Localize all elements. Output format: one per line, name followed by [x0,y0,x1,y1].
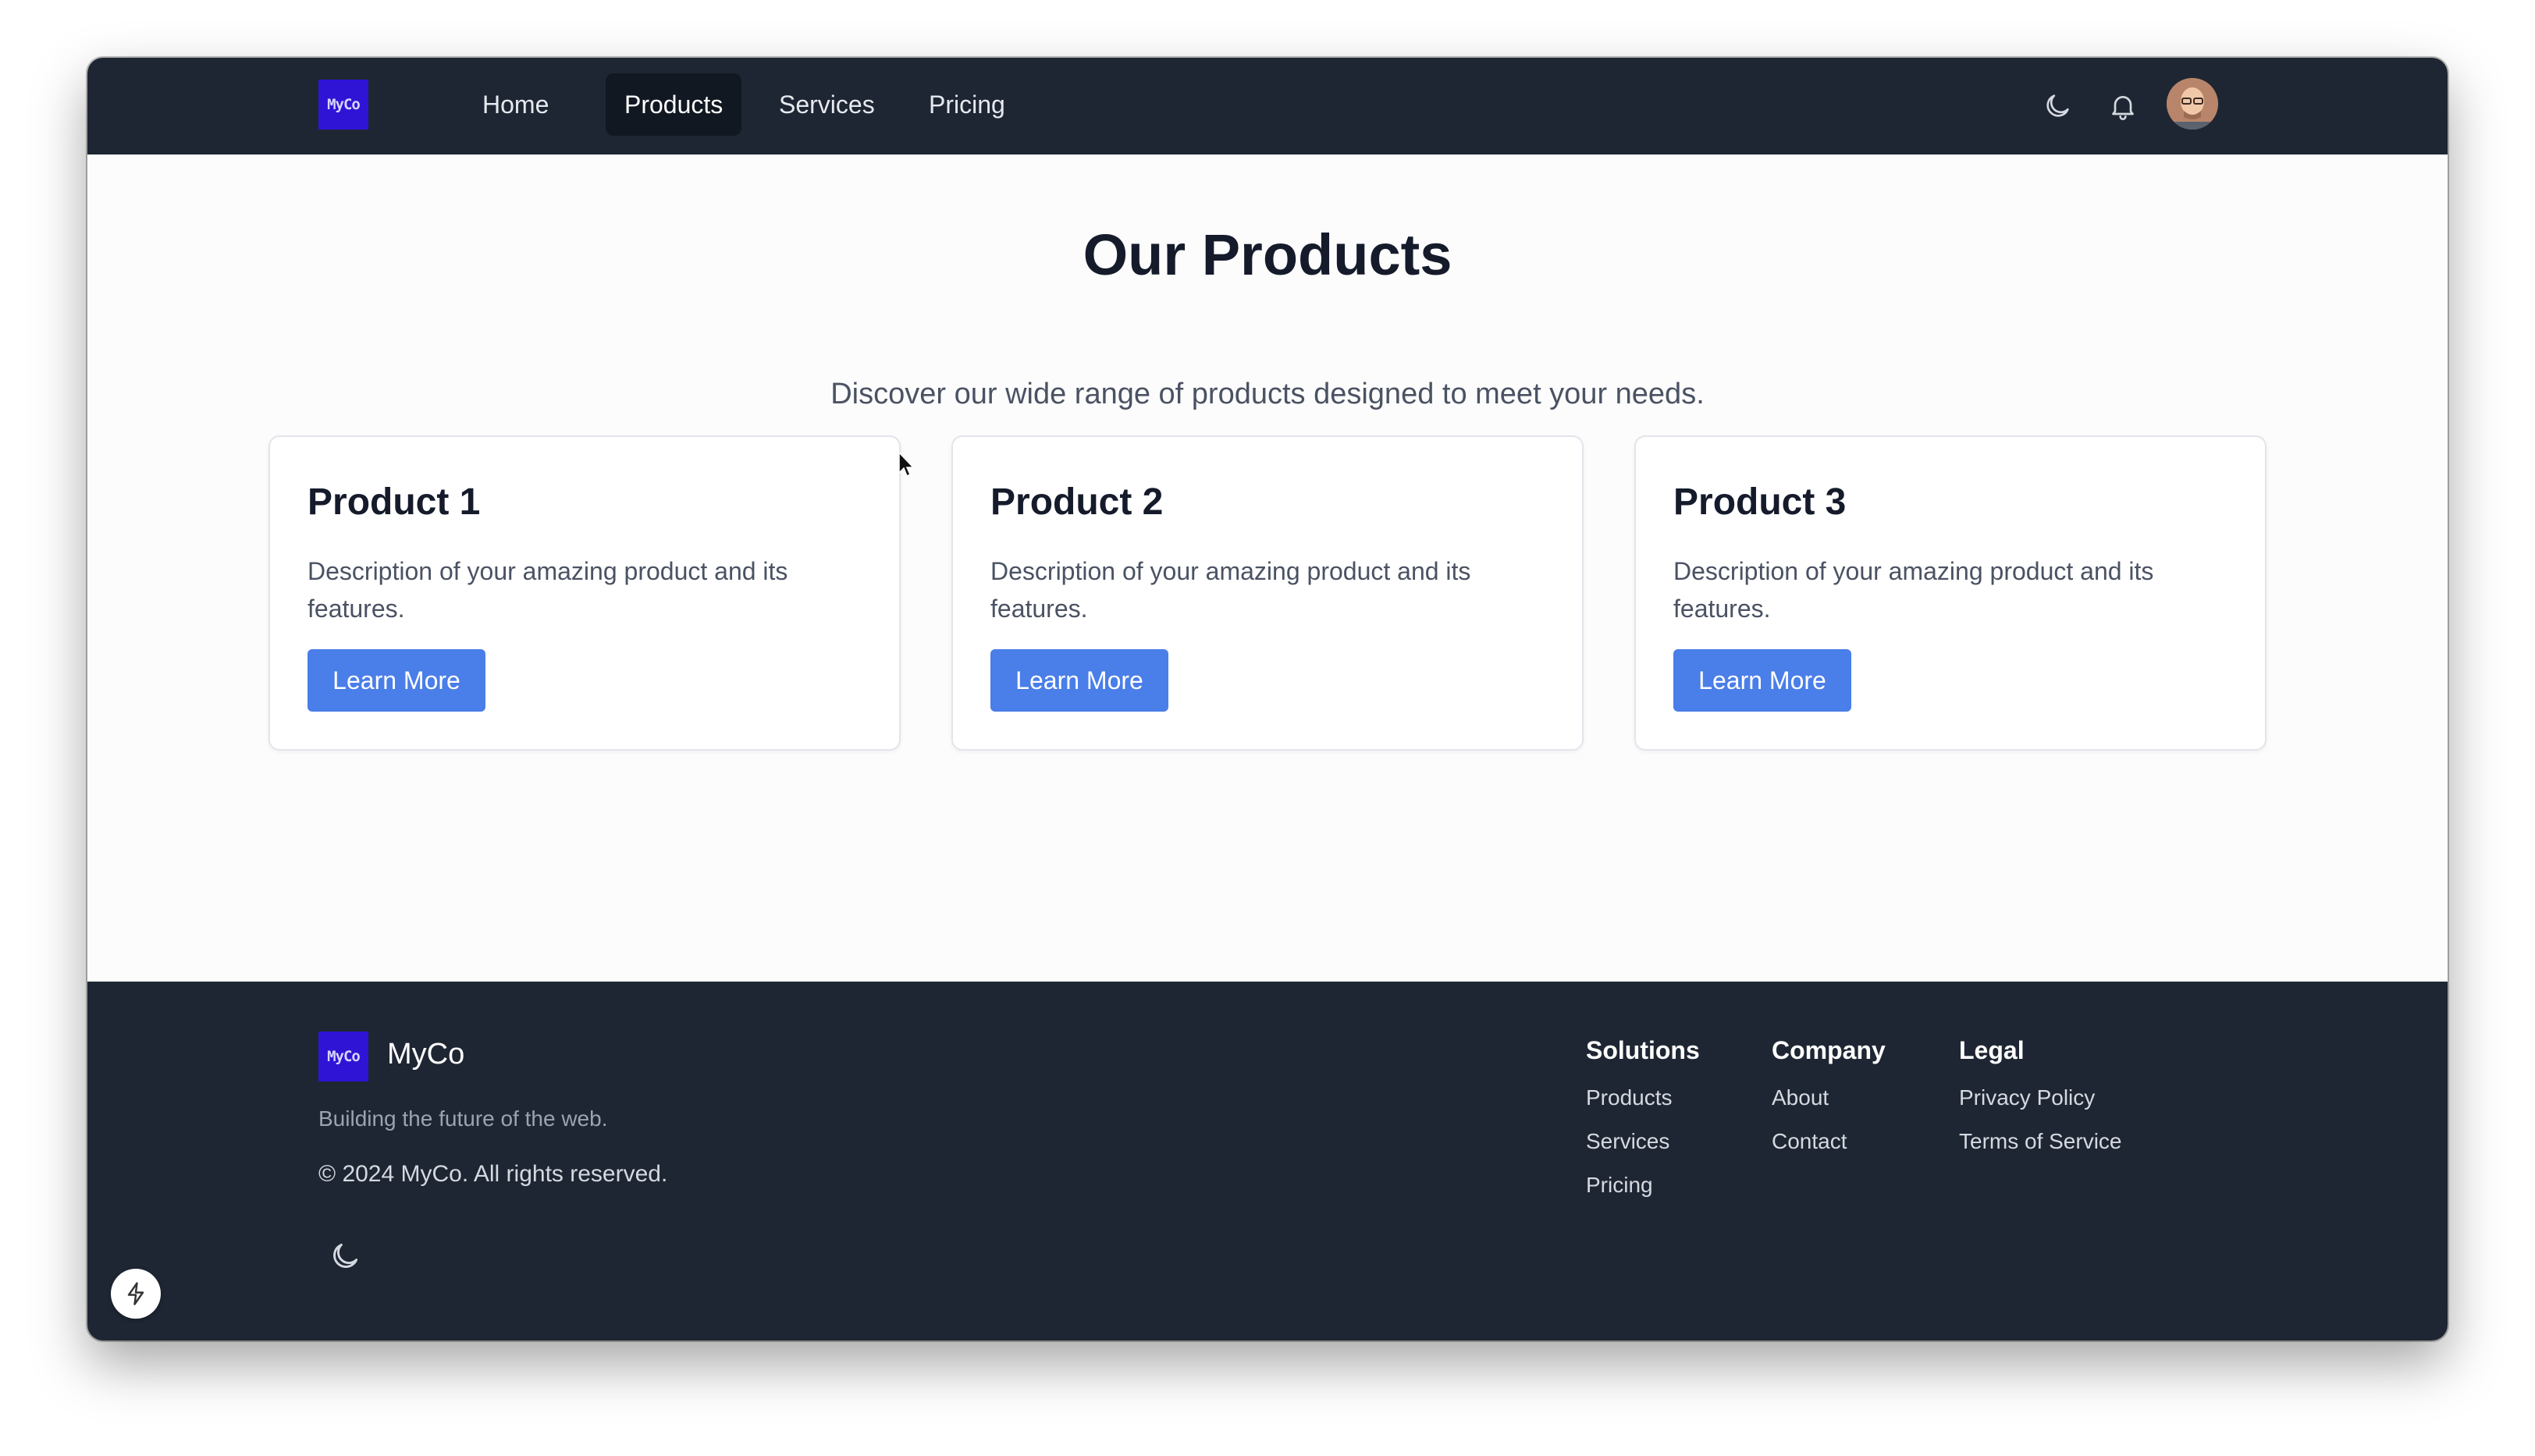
footer-link-privacy[interactable]: Privacy Policy [1959,1085,2122,1129]
footer-column-title: Company [1772,1036,1886,1064]
top-navbar: MyCo Home Products Services Pricing [87,58,2448,154]
learn-more-button[interactable]: Learn More [1673,649,1851,712]
footer-column-title: Solutions [1586,1036,1700,1064]
avatar[interactable] [2167,78,2218,130]
footer-column-solutions: Solutions Products Services Pricing [1586,1036,1700,1216]
footer-brand-name: MyCo [387,1038,465,1071]
footer-logo[interactable]: MyCo [318,1032,368,1081]
page-subtitle: Discover our wide range of products desi… [830,378,1705,410]
card-description: Description of your amazing product and … [1673,557,2154,623]
nav-services[interactable]: Services [760,73,894,136]
page-title: Our Products [1083,222,1452,287]
nav-home[interactable]: Home [464,73,567,136]
card-title: Product 1 [308,481,481,523]
moon-icon[interactable] [2040,89,2075,123]
product-card: Product 2 Description of your amazing pr… [951,435,1584,751]
footer-copyright: © 2024 MyCo. All rights reserved. [318,1161,668,1187]
footer: MyCo MyCo Building the future of the web… [87,982,2448,1341]
learn-more-button[interactable]: Learn More [308,649,485,712]
footer-column-company: Company About Contact [1772,1036,1886,1173]
card-title: Product 2 [990,481,1164,523]
moon-icon[interactable] [328,1239,362,1273]
footer-link-products[interactable]: Products [1586,1085,1700,1129]
footer-tagline: Building the future of the web. [318,1106,608,1131]
product-card: Product 3 Description of your amazing pr… [1634,435,2267,751]
brand-logo[interactable]: MyCo [318,80,368,130]
card-description: Description of your amazing product and … [990,557,1471,623]
bell-icon[interactable] [2106,89,2140,123]
product-card: Product 1 Description of your amazing pr… [268,435,901,751]
footer-link-pricing[interactable]: Pricing [1586,1173,1700,1216]
learn-more-button[interactable]: Learn More [990,649,1168,712]
footer-column-title: Legal [1959,1036,2025,1064]
footer-link-contact[interactable]: Contact [1772,1129,1886,1173]
browser-window: MyCo Home Products Services Pricing Our … [87,58,2448,1341]
mouse-cursor-icon [898,451,915,478]
nav-pricing[interactable]: Pricing [910,73,1024,136]
nav-products[interactable]: Products [606,73,742,136]
footer-link-services[interactable]: Services [1586,1129,1700,1173]
footer-column-legal: Legal Privacy Policy Terms of Service [1959,1036,2122,1173]
card-description: Description of your amazing product and … [308,557,788,623]
footer-link-terms[interactable]: Terms of Service [1959,1129,2122,1173]
bolt-icon[interactable] [111,1269,161,1319]
footer-link-about[interactable]: About [1772,1085,1886,1129]
card-title: Product 3 [1673,481,1847,523]
